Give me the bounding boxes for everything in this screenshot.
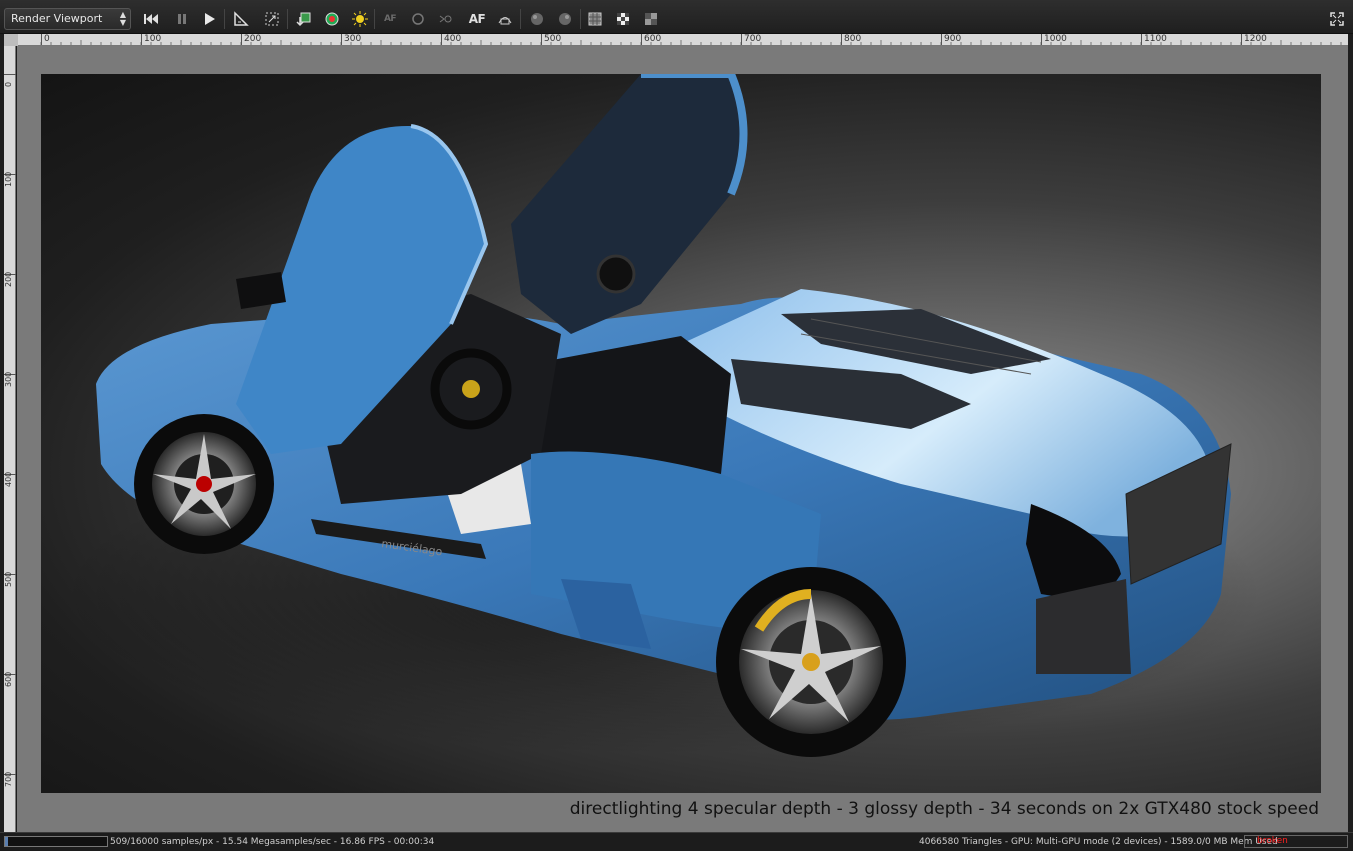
ruler-h-tick: 400 — [441, 34, 461, 45]
color-picker-icon[interactable] — [321, 8, 343, 30]
autofocus-button[interactable]: AF — [466, 8, 488, 30]
render-progress-fill — [5, 837, 9, 846]
rotate-icon[interactable] — [407, 8, 429, 30]
toolbar: Render Viewport ▲ ▼ AF AF — [0, 0, 1353, 34]
camera-focus-icon[interactable] — [494, 8, 516, 30]
ruler-corner — [4, 34, 18, 46]
ruler-v-tick: 100 — [4, 172, 16, 274]
skip-to-start-icon[interactable] — [140, 8, 162, 30]
play-icon[interactable] — [199, 8, 221, 30]
ruler-v-tick: 700 — [4, 772, 16, 832]
ruler-v-tick: 600 — [4, 672, 16, 774]
updown-arrows-icon: ▲ ▼ — [119, 10, 126, 27]
error-status: broken — [1244, 835, 1348, 848]
sphere-icon[interactable] — [526, 8, 548, 30]
car-render: murciélago — [61, 74, 1261, 757]
ruler-tool-icon[interactable] — [230, 8, 252, 30]
export-image-icon[interactable] — [293, 8, 315, 30]
ruler-v-tick: 400 — [4, 472, 16, 574]
ruler-h-tick: 100 — [141, 34, 161, 45]
ruler-h-tick: 1100 — [1141, 34, 1167, 45]
fit-view-icon[interactable] — [261, 8, 283, 30]
viewport-select-label: Render Viewport — [11, 12, 103, 25]
ruler-h-tick: 900 — [941, 34, 961, 45]
focus-picker-icon[interactable] — [435, 8, 457, 30]
ruler-h-tick: 0 — [41, 34, 50, 45]
sun-light-icon[interactable] — [349, 8, 371, 30]
ruler-v-tick: 300 — [4, 372, 16, 474]
ruler-v-tick: 500 — [4, 572, 16, 674]
ruler-h-tick: 800 — [841, 34, 861, 45]
autofocus-small-button[interactable]: AF — [379, 8, 401, 30]
sphere-alt-icon[interactable] — [554, 8, 576, 30]
ruler-h-tick: 200 — [241, 34, 261, 45]
ruler-h-tick: 700 — [741, 34, 761, 45]
render-caption: directlighting 4 specular depth - 3 glos… — [569, 799, 1319, 819]
vertical-ruler: 0 100 200 300 400 500 600 700 — [4, 46, 16, 832]
ruler-h-tick: 1000 — [1041, 34, 1067, 45]
horizontal-ruler: 0 100 200 300 400 500 600 700 800 900 10… — [18, 34, 1348, 46]
ruler-h-tick: 600 — [641, 34, 661, 45]
fullscreen-icon[interactable] — [1326, 8, 1348, 30]
ruler-h-tick: 300 — [341, 34, 361, 45]
pause-icon[interactable] — [171, 8, 193, 30]
ruler-v-tick: 0 — [4, 74, 16, 174]
render-image[interactable]: murciélago — [41, 74, 1321, 793]
grid-icon[interactable] — [584, 8, 606, 30]
ruler-h-tick: 1200 — [1241, 34, 1267, 45]
viewport-select[interactable]: Render Viewport ▲ ▼ — [4, 8, 131, 30]
render-progress-bar — [4, 836, 108, 847]
alpha-icon[interactable] — [640, 8, 662, 30]
checker-icon[interactable] — [612, 8, 634, 30]
ruler-h-tick: 500 — [541, 34, 561, 45]
render-stats: 509/16000 samples/px - 15.54 Megasamples… — [110, 837, 435, 847]
status-bar: 509/16000 samples/px - 15.54 Megasamples… — [0, 832, 1353, 851]
scene-stats: 4066580 Triangles - GPU: Multi-GPU mode … — [919, 837, 1278, 847]
ruler-v-tick: 200 — [4, 272, 16, 374]
error-status-label: broken — [1257, 836, 1288, 846]
